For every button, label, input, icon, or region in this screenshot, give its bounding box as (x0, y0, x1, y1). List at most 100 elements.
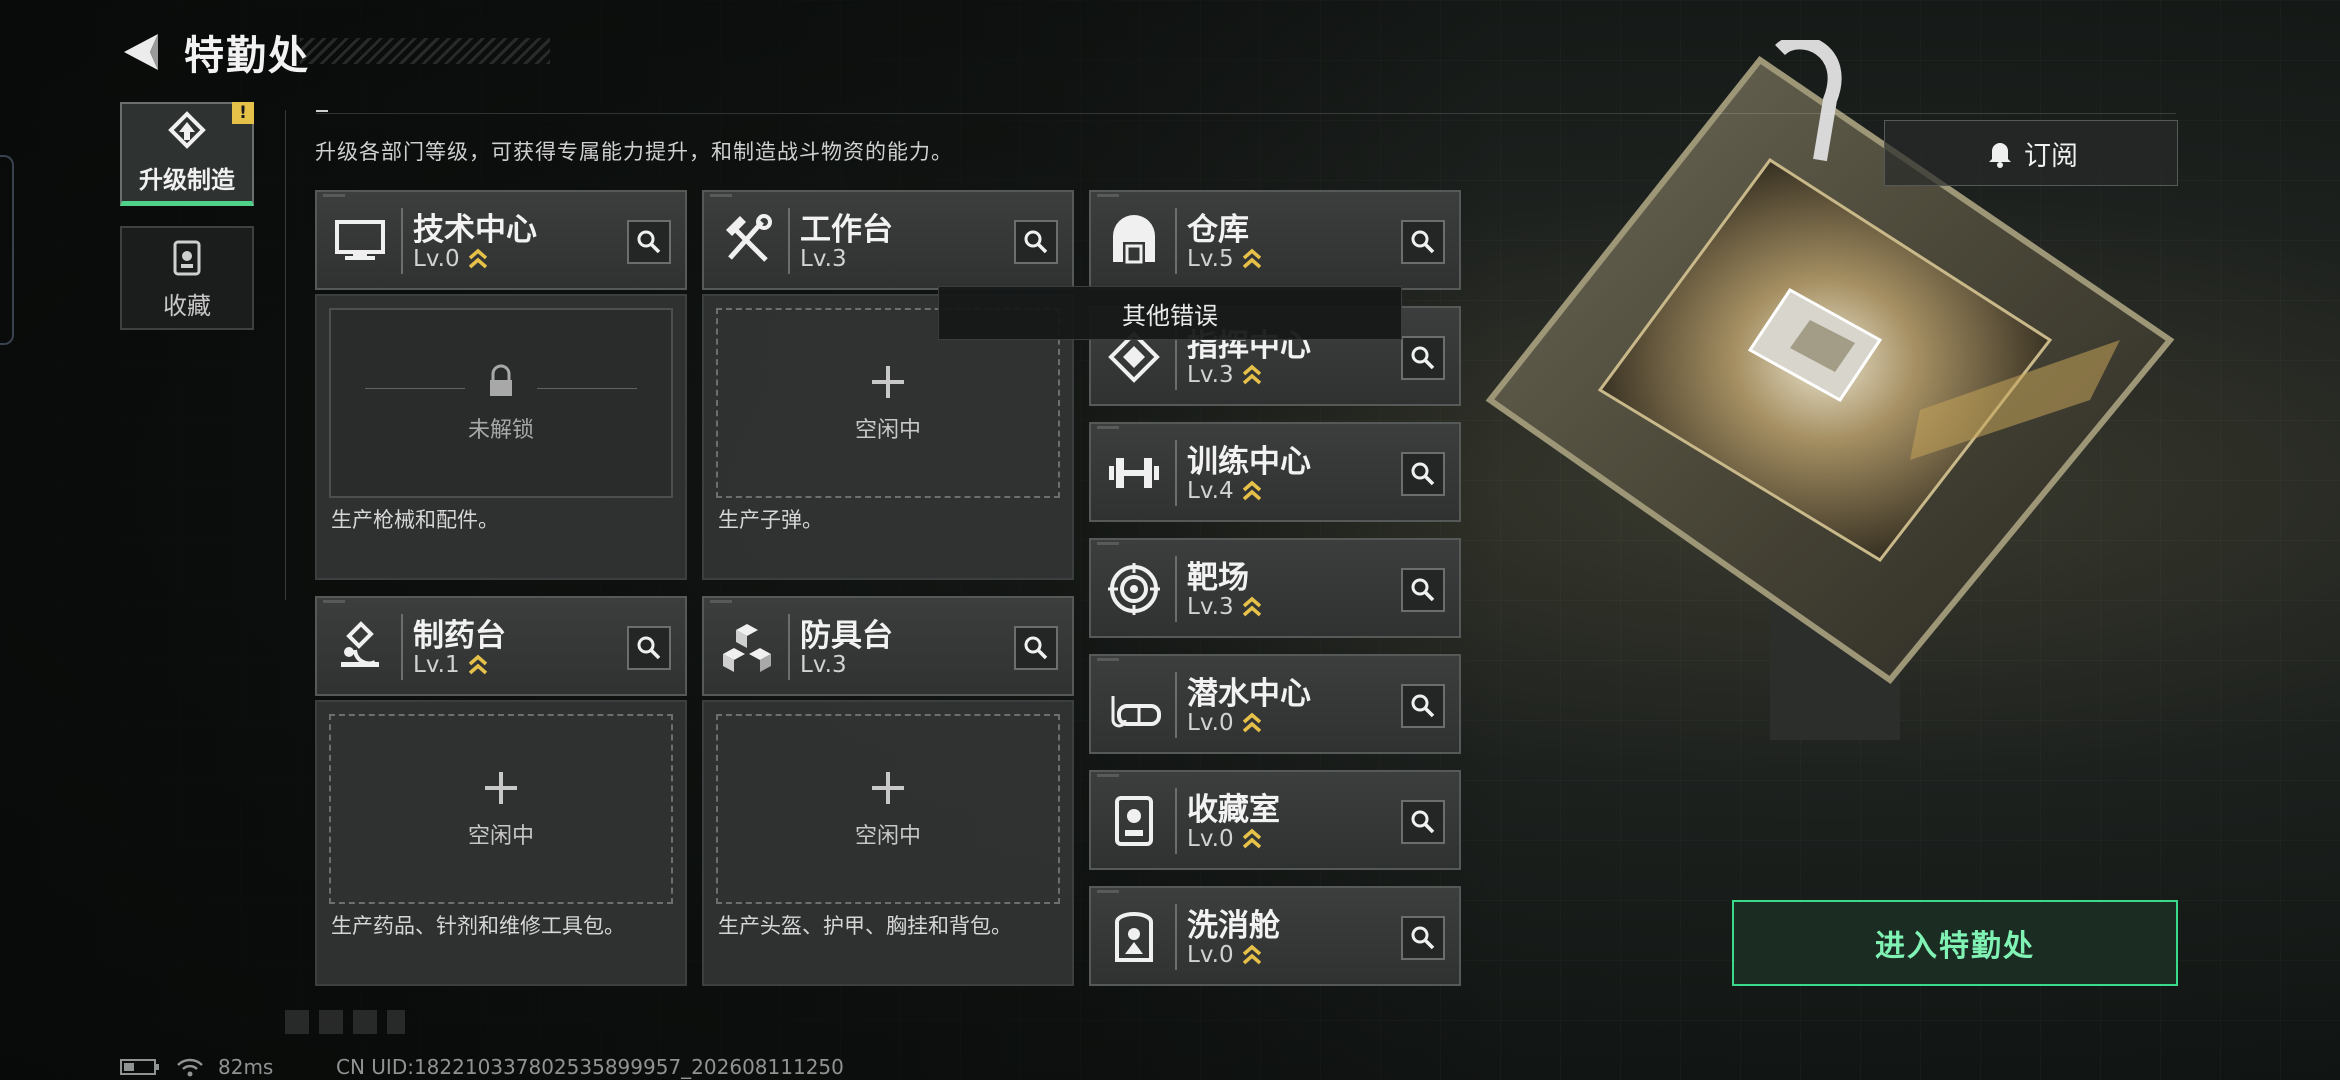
tab-upgrade-craft[interactable]: ! 升级制造 (120, 102, 254, 206)
card-divider (401, 614, 403, 680)
double-chevron-up-icon (1242, 364, 1261, 385)
facility-card-warehouse[interactable]: 仓库 Lv.5 (1089, 190, 1461, 290)
level-text: Lv.3 (1187, 362, 1234, 388)
facility-level: Lv.5 (1187, 246, 1262, 272)
double-chevron-up-icon (1242, 944, 1261, 965)
production-slot-empty[interactable]: 空闲中 (329, 714, 673, 904)
bottom-decoration (285, 1010, 405, 1034)
facility-card-collection-room[interactable]: 收藏室 Lv.0 (1089, 770, 1461, 870)
tools-icon (726, 214, 772, 262)
level-text: Lv.3 (1187, 594, 1234, 620)
ping-text: 82ms (218, 1055, 274, 1079)
facility-name: 收藏室 (1187, 792, 1280, 828)
product-description: 生产枪械和配件。 (331, 508, 499, 532)
facility-level: Lv.4 (1187, 478, 1262, 504)
double-chevron-up-icon (1242, 828, 1261, 849)
facility-level: Lv.3 (1187, 362, 1262, 388)
facility-search-button[interactable] (627, 626, 671, 670)
facility-level: Lv.3 (1187, 594, 1262, 620)
card-corner-tag (1097, 658, 1119, 661)
product-description: 生产头盔、护甲、胸挂和背包。 (718, 914, 1012, 938)
facility-card-decon-chamber[interactable]: 洗消舱 Lv.0 (1089, 886, 1461, 986)
production-slot-empty[interactable]: 空闲中 (716, 714, 1060, 904)
status-bar: 82ms CN UID:182210337802535899957_202608… (120, 1055, 844, 1079)
facility-search-button[interactable] (627, 220, 671, 264)
facility-search-button[interactable] (1014, 220, 1058, 264)
lock-line-left (365, 388, 465, 389)
wifi-icon (177, 1058, 203, 1077)
facility-card-shooting-range[interactable]: 靶场 Lv.3 (1089, 538, 1461, 638)
facility-name: 潜水中心 (1187, 676, 1311, 712)
alert-badge: ! (232, 102, 254, 124)
product-description: 生产药品、针剂和维修工具包。 (331, 914, 625, 938)
slot-status: 空闲中 (854, 824, 921, 849)
diving-mask-icon (1111, 696, 1161, 728)
double-chevron-up-icon (1242, 596, 1261, 617)
card-corner-tag (1097, 890, 1119, 893)
double-chevron-up-icon (1242, 248, 1261, 269)
facility-level: Lv.0 (1187, 942, 1262, 968)
facility-card-diving-center[interactable]: 潜水中心 Lv.0 (1089, 654, 1461, 754)
production-slot-locked: 未解锁 (329, 308, 673, 498)
card-corner-tag (710, 600, 732, 603)
facility-card-training-center[interactable]: 训练中心 Lv.4 (1089, 422, 1461, 522)
search-icon (637, 636, 661, 660)
uid-text: CN UID:182210337802535899957_20260811125… (336, 1055, 844, 1079)
facility-card-tech-center[interactable]: 技术中心 Lv.0 (315, 190, 687, 290)
facility-search-button[interactable] (1401, 800, 1445, 844)
header: 特勤处 (118, 24, 310, 80)
card-divider (1175, 556, 1177, 622)
search-icon (637, 230, 661, 254)
card-corner-tag (1097, 426, 1119, 429)
left-edge-handle[interactable] (0, 155, 14, 345)
facility-search-button[interactable] (1401, 916, 1445, 960)
search-icon (1411, 230, 1435, 254)
facility-name: 制药台 (413, 618, 506, 654)
facility-card-pharmacy[interactable]: 制药台 Lv.1 (315, 596, 687, 696)
product-description: 生产子弹。 (718, 508, 823, 532)
tab-label: 升级制造 (139, 166, 235, 194)
decon-icon (1115, 912, 1153, 962)
level-text: Lv.0 (1187, 942, 1234, 968)
card-corner-tag (710, 194, 732, 197)
card-divider (1175, 788, 1177, 854)
tab-collection[interactable]: 收藏 (120, 226, 254, 330)
level-text: Lv.0 (1187, 710, 1234, 736)
facility-search-button[interactable] (1401, 568, 1445, 612)
plus-icon (485, 772, 517, 804)
facility-name: 技术中心 (413, 212, 537, 248)
level-text: Lv.3 (800, 652, 847, 678)
divider-mark (316, 110, 328, 112)
level-text: Lv.1 (413, 652, 460, 678)
facility-card-workbench[interactable]: 工作台 Lv.3 (702, 190, 1074, 290)
search-icon (1411, 926, 1435, 950)
search-icon (1024, 230, 1048, 254)
card-corner-tag (323, 194, 345, 197)
search-icon (1411, 462, 1435, 486)
level-text: Lv.0 (413, 246, 460, 272)
upgrade-icon (168, 111, 206, 149)
facility-search-button[interactable] (1401, 220, 1445, 264)
card-divider (1175, 208, 1177, 274)
card-divider (1175, 440, 1177, 506)
production-panel-armor-bench: 空闲中 生产头盔、护甲、胸挂和背包。 (702, 700, 1074, 986)
enter-special-ops-button[interactable]: 进入特勤处 (1732, 900, 2178, 986)
subscribe-button[interactable]: 订阅 (1884, 120, 2178, 186)
monitor-icon (335, 220, 385, 260)
enter-label: 进入特勤处 (1875, 929, 2035, 964)
card-corner-tag (323, 600, 345, 603)
facility-search-button[interactable] (1401, 684, 1445, 728)
facility-name: 洗消舱 (1187, 908, 1280, 944)
back-arrow-icon[interactable] (118, 30, 162, 74)
vertical-divider (285, 110, 286, 600)
bell-icon (1989, 143, 2011, 168)
facility-search-button[interactable] (1401, 336, 1445, 380)
facility-search-button[interactable] (1401, 452, 1445, 496)
tab-label: 收藏 (163, 291, 211, 320)
facility-level: Lv.3 (800, 246, 847, 272)
facility-search-button[interactable] (1014, 626, 1058, 670)
subscribe-label: 订阅 (2024, 140, 2078, 172)
page-title: 特勤处 (184, 33, 310, 79)
facility-card-armor-bench[interactable]: 防具台 Lv.3 (702, 596, 1074, 696)
search-icon (1411, 694, 1435, 718)
